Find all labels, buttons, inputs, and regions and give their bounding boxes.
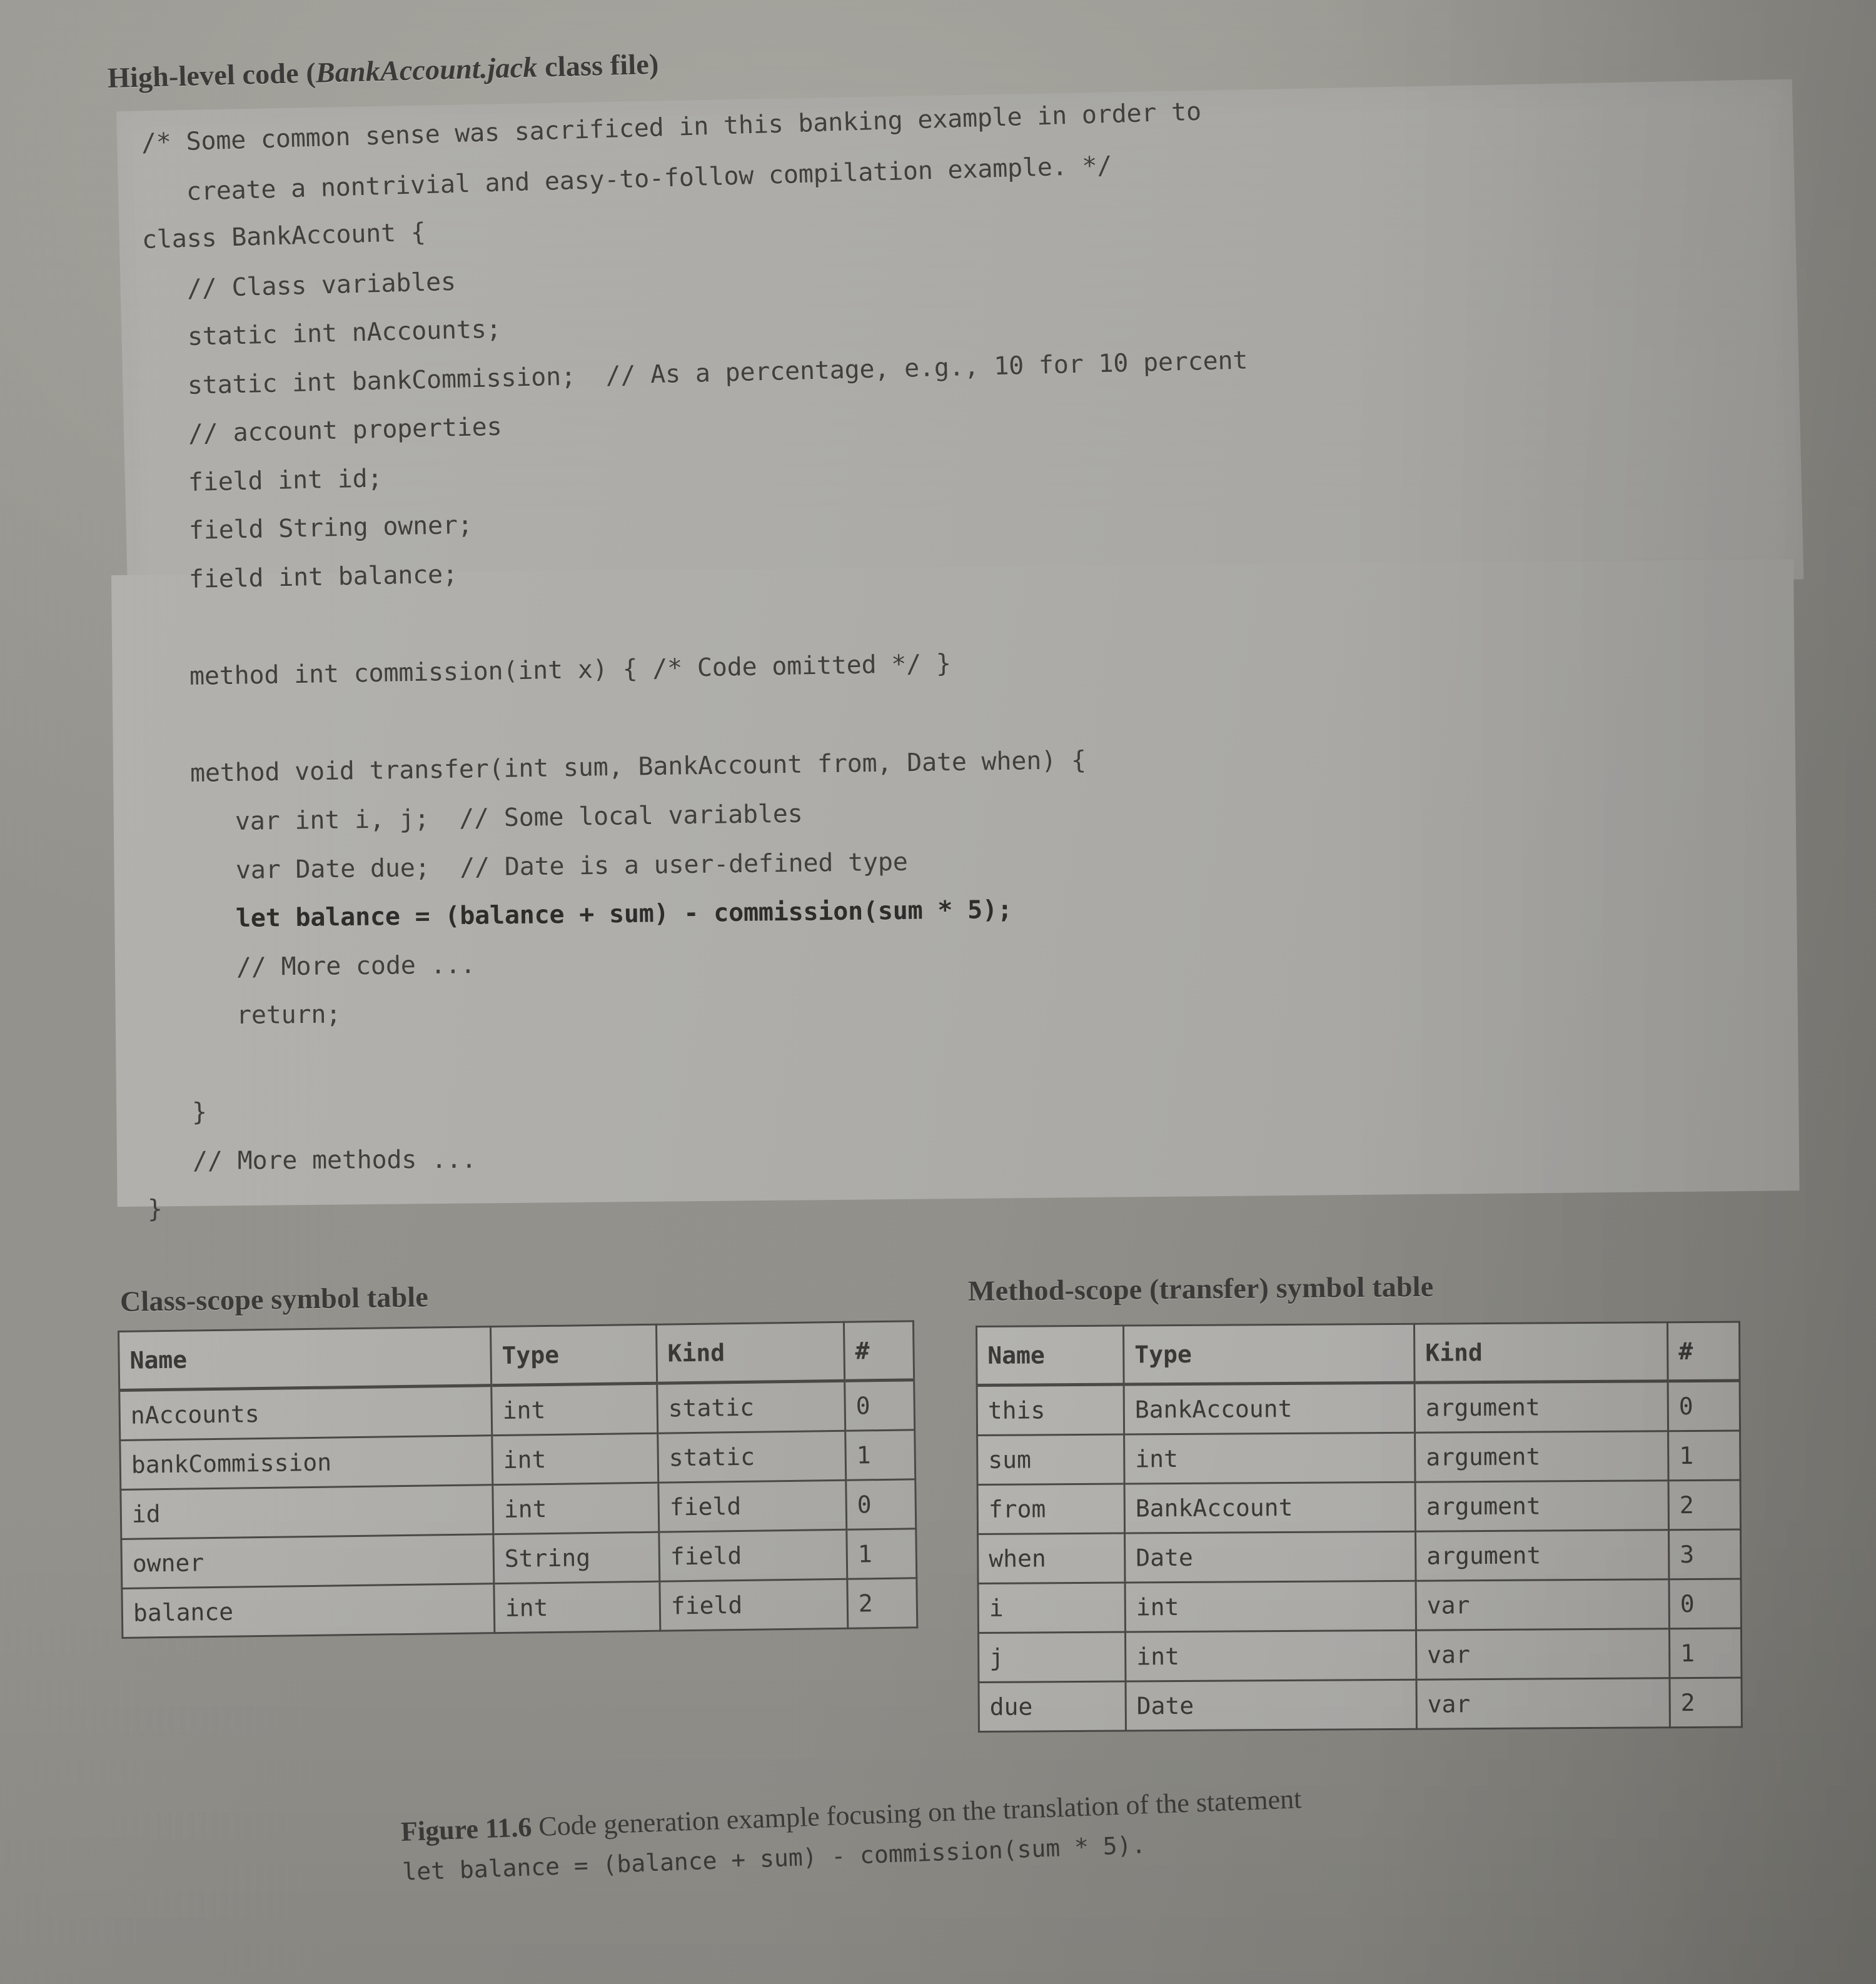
table-row: j int var 1 [978, 1628, 1742, 1683]
cell-type: int [492, 1433, 658, 1485]
column-header-name: Name [118, 1326, 492, 1391]
cell-type: int [493, 1581, 660, 1633]
method-scope-table-body: this BankAccount argument 0 sum int argument 1 f… [977, 1381, 1742, 1732]
cell-type: BankAccount [1124, 1482, 1416, 1534]
cell-kind: var [1416, 1579, 1670, 1631]
cell-kind: var [1416, 1628, 1670, 1680]
cell-index: 0 [845, 1479, 916, 1530]
table-row: due Date var 2 [978, 1678, 1742, 1732]
method-scope-table-head: Name Type Kind # [976, 1322, 1740, 1386]
cell-kind: argument [1415, 1480, 1669, 1532]
cell-index: 2 [1669, 1678, 1742, 1728]
figure-caption: Figure 11.6 Code generation example focu… [400, 1761, 1834, 1891]
table-row: when Date argument 3 [977, 1529, 1741, 1584]
code-panel-background [116, 79, 1804, 612]
column-header-type: Type [1123, 1324, 1415, 1385]
cell-kind: var [1416, 1678, 1670, 1730]
column-header-index: # [1667, 1322, 1740, 1381]
heading-prefix: High-level code ( [107, 56, 316, 94]
cell-kind: argument [1415, 1381, 1668, 1433]
column-header-type: Type [490, 1324, 657, 1386]
cell-kind: argument [1415, 1431, 1669, 1483]
cell-name: bankCommission [119, 1435, 493, 1490]
cell-index: 3 [1668, 1529, 1741, 1579]
heading-suffix: class file) [537, 48, 660, 83]
column-header-kind: Kind [656, 1322, 845, 1384]
cell-index: 0 [1668, 1381, 1740, 1431]
cell-name: when [977, 1533, 1126, 1584]
class-scope-table-head: Name Type Kind # [118, 1321, 914, 1391]
table-row: this BankAccount argument 0 [977, 1381, 1740, 1436]
cell-kind: field [658, 1529, 847, 1582]
method-scope-table-title: Method-scope (transfer) symbol table [967, 1270, 1434, 1307]
cell-name: this [977, 1384, 1124, 1436]
cell-name: from [977, 1484, 1125, 1534]
cell-type: int [491, 1383, 658, 1436]
cell-index: 1 [846, 1528, 917, 1579]
cell-name: i [978, 1583, 1126, 1633]
cell-type: int [1125, 1581, 1416, 1633]
page-showthrough-top [925, 38, 932, 68]
table-row: balance int field 2 [121, 1578, 917, 1638]
cell-name: due [978, 1681, 1126, 1732]
cell-name: id [120, 1484, 493, 1539]
column-header-name: Name [976, 1326, 1124, 1386]
cell-index: 2 [847, 1578, 917, 1629]
table-row: sum int argument 1 [977, 1431, 1741, 1485]
cell-index: 1 [1669, 1628, 1742, 1678]
table-row: from BankAccount argument 2 [977, 1480, 1741, 1534]
cell-type: int [1124, 1433, 1416, 1484]
cell-type: BankAccount [1124, 1382, 1415, 1435]
cell-index: 0 [1668, 1579, 1742, 1629]
method-scope-symbol-table: Name Type Kind # this BankAccount argument… [976, 1321, 1743, 1733]
table-header-row: Name Type Kind # [118, 1321, 914, 1391]
class-scope-table-title: Class-scope symbol table [119, 1281, 429, 1317]
table-header-row: Name Type Kind # [976, 1322, 1740, 1386]
cell-kind: argument [1415, 1529, 1669, 1581]
cell-name: nAccounts [119, 1385, 492, 1441]
class-scope-table-body: nAccounts int static 0 bankCommission int stat… [119, 1379, 917, 1638]
page-showthrough-mid [563, 1238, 570, 1268]
cell-index: 1 [1668, 1431, 1741, 1481]
cell-name: balance [121, 1583, 495, 1638]
cell-type: int [1125, 1630, 1416, 1682]
cell-kind: field [658, 1480, 847, 1533]
cell-name: sum [977, 1434, 1125, 1485]
cell-index: 2 [1668, 1480, 1741, 1530]
cell-kind: static [657, 1381, 845, 1434]
cell-name: owner [121, 1534, 494, 1589]
cell-kind: static [657, 1431, 846, 1483]
cell-type: String [493, 1532, 660, 1584]
code-panel-background-lower [111, 559, 1800, 1207]
cell-index: 0 [844, 1379, 915, 1431]
cell-type: Date [1124, 1531, 1416, 1583]
figure-number: Figure 11.6 [400, 1811, 533, 1847]
class-scope-table: Name Type Kind # nAccounts int static 0 bank… [118, 1320, 919, 1639]
method-scope-table: Name Type Kind # this BankAccount argument… [976, 1321, 1743, 1733]
cell-type: int [492, 1483, 659, 1534]
cell-type: Date [1125, 1679, 1417, 1731]
book-page-photo: High-level code (BankAccount.jack class … [0, 0, 1876, 1984]
cell-name: j [978, 1632, 1126, 1683]
heading-filename: BankAccount.jack [315, 51, 538, 89]
cell-index: 1 [845, 1429, 915, 1481]
high-level-code-heading: High-level code (BankAccount.jack class … [107, 48, 659, 94]
table-row: i int var 0 [978, 1579, 1742, 1633]
column-header-kind: Kind [1414, 1322, 1668, 1383]
class-scope-symbol-table: Name Type Kind # nAccounts int static 0 bank… [118, 1320, 919, 1639]
column-header-index: # [844, 1321, 914, 1381]
cell-kind: field [659, 1579, 848, 1631]
